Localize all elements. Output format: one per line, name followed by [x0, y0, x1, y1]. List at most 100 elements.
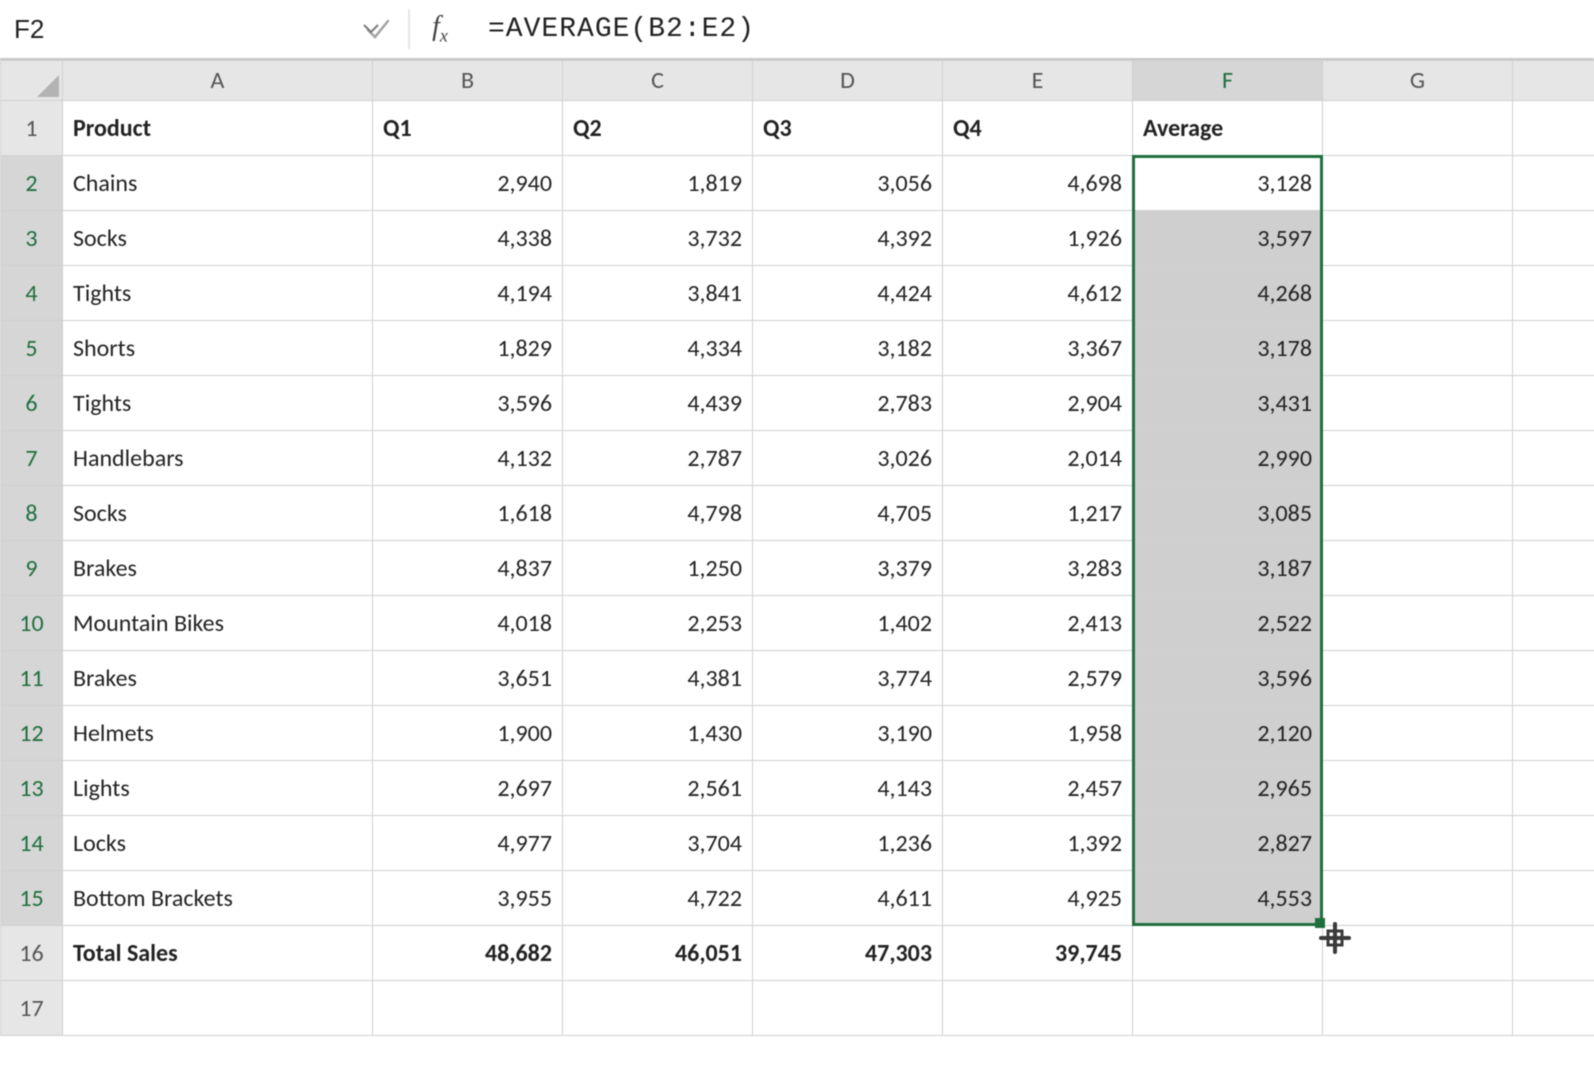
cell[interactable]: 2,965 — [1133, 761, 1323, 816]
cell[interactable] — [1323, 211, 1513, 266]
cell[interactable]: 4,018 — [373, 596, 563, 651]
cell[interactable]: 47,303 — [753, 926, 943, 981]
cell[interactable]: 4,334 — [563, 321, 753, 376]
cell[interactable]: 1,217 — [943, 486, 1133, 541]
cell[interactable]: 4,439 — [563, 376, 753, 431]
row-header[interactable]: 9 — [1, 541, 63, 596]
row-header[interactable]: 7 — [1, 431, 63, 486]
cell[interactable]: 4,698 — [943, 156, 1133, 211]
row-header[interactable]: 17 — [1, 981, 63, 1036]
cell[interactable]: 2,940 — [373, 156, 563, 211]
cell[interactable] — [1513, 761, 1594, 816]
cell[interactable] — [63, 981, 373, 1036]
cell[interactable] — [1513, 816, 1594, 871]
cell[interactable]: 4,977 — [373, 816, 563, 871]
cell[interactable]: 3,056 — [753, 156, 943, 211]
cell[interactable]: 4,268 — [1133, 266, 1323, 321]
cell[interactable]: Brakes — [63, 541, 373, 596]
cell[interactable] — [1323, 706, 1513, 761]
cell[interactable]: 1,236 — [753, 816, 943, 871]
cell[interactable] — [1513, 871, 1594, 926]
formula-input[interactable]: =AVERAGE(B2:E2) — [470, 0, 1594, 58]
cell[interactable]: 3,841 — [563, 266, 753, 321]
cell[interactable]: 3,367 — [943, 321, 1133, 376]
row-header[interactable]: 3 — [1, 211, 63, 266]
cell[interactable]: 2,413 — [943, 596, 1133, 651]
cell[interactable]: 3,596 — [373, 376, 563, 431]
cell[interactable]: 2,990 — [1133, 431, 1323, 486]
cell[interactable]: 2,579 — [943, 651, 1133, 706]
row-header[interactable]: 14 — [1, 816, 63, 871]
cell[interactable]: 46,051 — [563, 926, 753, 981]
cell[interactable]: 4,722 — [563, 871, 753, 926]
cell[interactable]: 3,085 — [1133, 486, 1323, 541]
cell[interactable] — [1513, 926, 1594, 981]
cell[interactable] — [1133, 981, 1323, 1036]
cell[interactable] — [1323, 596, 1513, 651]
cell[interactable]: 3,431 — [1133, 376, 1323, 431]
select-all-corner[interactable] — [1, 61, 63, 101]
name-box[interactable] — [0, 0, 363, 58]
cell[interactable]: Handlebars — [63, 431, 373, 486]
cell[interactable]: 2,783 — [753, 376, 943, 431]
cell[interactable] — [1513, 651, 1594, 706]
cell[interactable] — [1513, 321, 1594, 376]
cell[interactable]: Shorts — [63, 321, 373, 376]
cell[interactable] — [1323, 981, 1513, 1036]
cell[interactable]: 4,798 — [563, 486, 753, 541]
row-header[interactable]: 6 — [1, 376, 63, 431]
cell[interactable]: 2,827 — [1133, 816, 1323, 871]
cell[interactable] — [1323, 376, 1513, 431]
cell[interactable]: 3,732 — [563, 211, 753, 266]
cell[interactable]: 3,283 — [943, 541, 1133, 596]
cell[interactable] — [563, 981, 753, 1036]
cell[interactable]: 2,904 — [943, 376, 1133, 431]
cell[interactable]: 2,561 — [563, 761, 753, 816]
cell[interactable] — [1513, 706, 1594, 761]
cell[interactable] — [1323, 266, 1513, 321]
name-box-dropdown[interactable] — [363, 0, 379, 58]
cell[interactable] — [1323, 101, 1513, 156]
cell[interactable] — [1323, 486, 1513, 541]
cell[interactable] — [1513, 156, 1594, 211]
col-header-F[interactable]: F — [1133, 61, 1323, 101]
cell[interactable]: 2,014 — [943, 431, 1133, 486]
cell[interactable]: 4,338 — [373, 211, 563, 266]
col-header-D[interactable]: D — [753, 61, 943, 101]
cell[interactable]: 1,430 — [563, 706, 753, 761]
cell[interactable]: 2,697 — [373, 761, 563, 816]
cell[interactable]: Total Sales — [63, 926, 373, 981]
cell[interactable] — [1323, 321, 1513, 376]
cell[interactable] — [1323, 926, 1513, 981]
cell[interactable]: 4,424 — [753, 266, 943, 321]
cell[interactable] — [1323, 761, 1513, 816]
cell[interactable] — [1323, 541, 1513, 596]
cell[interactable]: 1,819 — [563, 156, 753, 211]
cell[interactable]: 1,402 — [753, 596, 943, 651]
cell[interactable]: 39,745 — [943, 926, 1133, 981]
cell[interactable]: 4,194 — [373, 266, 563, 321]
cell[interactable] — [1513, 431, 1594, 486]
cell[interactable]: Tights — [63, 376, 373, 431]
cell[interactable]: 3,182 — [753, 321, 943, 376]
cell[interactable] — [1513, 266, 1594, 321]
cell[interactable] — [1513, 981, 1594, 1036]
cell[interactable] — [1323, 816, 1513, 871]
cell[interactable] — [1513, 541, 1594, 596]
row-header[interactable]: 4 — [1, 266, 63, 321]
col-header-B[interactable]: B — [373, 61, 563, 101]
cell[interactable] — [373, 981, 563, 1036]
row-header[interactable]: 8 — [1, 486, 63, 541]
cell[interactable]: Q1 — [373, 101, 563, 156]
cell[interactable]: 3,128 — [1133, 156, 1323, 211]
cell[interactable]: Lights — [63, 761, 373, 816]
cell[interactable]: 3,651 — [373, 651, 563, 706]
cell[interactable]: Average — [1133, 101, 1323, 156]
col-header-H[interactable]: H — [1513, 61, 1594, 101]
cell[interactable]: 4,143 — [753, 761, 943, 816]
cell[interactable]: 3,596 — [1133, 651, 1323, 706]
cell[interactable]: Mountain Bikes — [63, 596, 373, 651]
row-header[interactable]: 15 — [1, 871, 63, 926]
cell[interactable]: 3,187 — [1133, 541, 1323, 596]
cell[interactable]: 1,926 — [943, 211, 1133, 266]
